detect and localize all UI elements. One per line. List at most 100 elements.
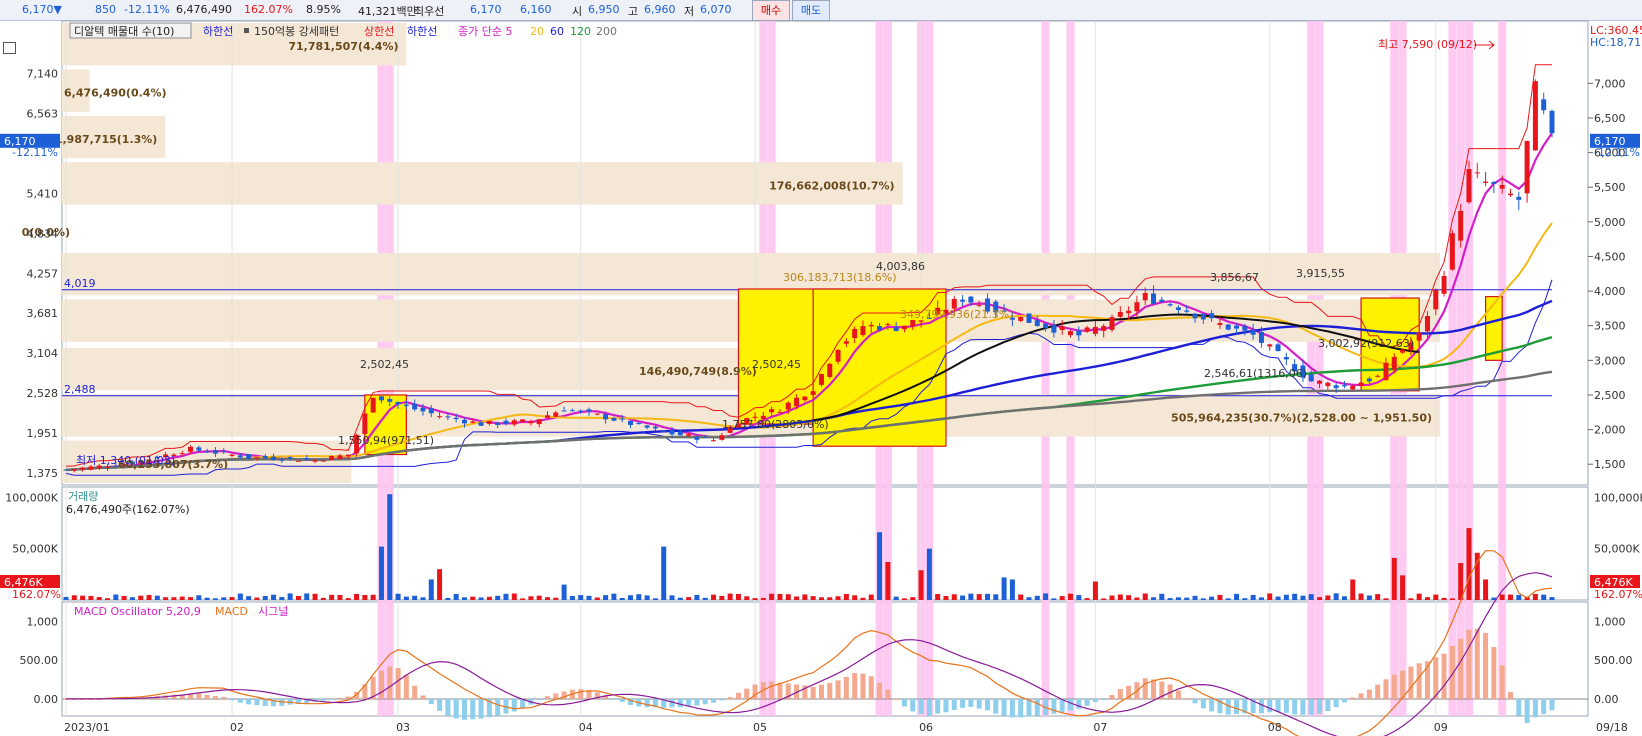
candle-body bbox=[976, 304, 982, 306]
candle-body bbox=[1250, 330, 1256, 335]
macd-osc-bar bbox=[686, 698, 692, 706]
volume-bar bbox=[1217, 594, 1223, 600]
macd-osc-bar bbox=[511, 698, 517, 712]
right-tick-label: 5,500 bbox=[1594, 181, 1626, 194]
volume-bar bbox=[1142, 593, 1148, 600]
volume-bar bbox=[669, 595, 675, 600]
macd-osc-bar bbox=[1142, 678, 1148, 699]
volume-bar bbox=[237, 593, 243, 600]
volume-bar bbox=[910, 597, 916, 600]
volume-bar bbox=[113, 594, 119, 600]
candle-body bbox=[1043, 323, 1049, 329]
volume-bar bbox=[179, 596, 185, 600]
x-axis-label: 02 bbox=[230, 721, 244, 734]
candle-body bbox=[254, 457, 260, 459]
volume-bar bbox=[711, 594, 717, 600]
candle-body bbox=[71, 469, 77, 471]
macd-osc-bar bbox=[1366, 689, 1372, 699]
volume-bar bbox=[528, 596, 534, 600]
candle-body bbox=[1424, 315, 1430, 332]
macd-osc-bar bbox=[1308, 698, 1314, 715]
macd-osc-bar bbox=[976, 698, 982, 709]
volume-bar bbox=[835, 596, 841, 600]
candle-body bbox=[1358, 382, 1364, 386]
macd-osc-bar bbox=[445, 698, 451, 716]
volume-bar bbox=[1449, 598, 1455, 600]
candle-body bbox=[179, 453, 185, 455]
volume-bar bbox=[561, 584, 567, 600]
volume-bar bbox=[860, 597, 866, 600]
volume-bar bbox=[279, 597, 285, 600]
macd-osc-bar bbox=[1184, 698, 1190, 700]
volume-bar bbox=[727, 593, 733, 600]
volume-bar bbox=[370, 594, 376, 600]
volume-bar bbox=[935, 594, 941, 600]
volume-bar bbox=[1117, 594, 1123, 600]
candle-body bbox=[1308, 374, 1314, 382]
macd-tick: 1,000 bbox=[27, 615, 59, 628]
macd-osc-bar bbox=[204, 694, 210, 699]
macd-osc-bar bbox=[1018, 698, 1024, 718]
candle-body bbox=[1242, 326, 1248, 331]
volume-bar bbox=[802, 594, 808, 600]
volume-bar bbox=[1308, 594, 1314, 600]
candle-body bbox=[669, 430, 675, 435]
box-annotation: 1,757,80(2805/0%) bbox=[722, 418, 829, 431]
volume-bar bbox=[478, 597, 484, 600]
candle-body bbox=[1275, 344, 1281, 352]
macd-osc-title: MACD Oscillator 5,20,9 bbox=[74, 605, 201, 618]
volume-bar bbox=[893, 596, 899, 600]
candle-body bbox=[503, 420, 509, 424]
x-axis-label: 08 bbox=[1268, 721, 1282, 734]
candle-body bbox=[271, 456, 277, 460]
macd-osc-bar bbox=[735, 692, 741, 699]
macd-osc-bar bbox=[901, 698, 907, 707]
macd-osc-bar bbox=[196, 693, 202, 699]
macd-tick: 500.00 bbox=[20, 654, 59, 667]
macd-osc-bar bbox=[1076, 698, 1082, 709]
candle-body bbox=[652, 426, 658, 429]
candle-body bbox=[1092, 326, 1098, 334]
candle-body bbox=[1142, 292, 1148, 301]
volume-bar bbox=[1541, 594, 1547, 600]
legend-pattern: 150억봉 강세패턴 bbox=[254, 25, 339, 38]
candle-body bbox=[1076, 330, 1082, 336]
highlight-column bbox=[1448, 21, 1457, 716]
volume-bar bbox=[1101, 598, 1107, 600]
macd-osc-bar bbox=[1483, 632, 1489, 699]
candle-body bbox=[495, 422, 501, 425]
box-annotation: 3,915,55 bbox=[1296, 267, 1345, 280]
volume-bar bbox=[511, 593, 517, 600]
volume-bar bbox=[304, 593, 310, 600]
candle-body bbox=[1101, 326, 1107, 331]
candle-body bbox=[188, 446, 194, 452]
highlight-column bbox=[1066, 21, 1075, 716]
candle-body bbox=[1134, 302, 1140, 312]
candle-body bbox=[1383, 362, 1389, 381]
candle-body bbox=[611, 418, 617, 421]
volume-bar bbox=[88, 595, 94, 600]
candle-body bbox=[345, 454, 351, 457]
macd-osc-bar bbox=[1441, 653, 1447, 699]
candle-body bbox=[470, 421, 476, 423]
y-tick-label: 2,528 bbox=[27, 387, 59, 400]
macd-osc-bar bbox=[461, 698, 467, 720]
candle-body bbox=[378, 396, 384, 401]
candle-body bbox=[1441, 275, 1447, 294]
stock-chart[interactable]: 71,781,507(4.4%) 6,476,490(0.4%) 21,987,71… bbox=[0, 0, 1642, 736]
highlight-column bbox=[1456, 21, 1465, 716]
candle-body bbox=[511, 420, 517, 425]
macd-osc-bar bbox=[1283, 698, 1289, 713]
macd-osc-bar bbox=[843, 676, 849, 699]
low-annotation: 최저 1,340 (01/03) bbox=[76, 454, 175, 467]
x-axis-label: 05 bbox=[753, 721, 767, 734]
candle-body bbox=[1333, 385, 1339, 389]
candle-body bbox=[387, 399, 393, 402]
macd-osc-bar bbox=[1068, 698, 1074, 711]
volume-bar bbox=[1175, 597, 1181, 600]
box-annotation: 349,799,936(21.3%) bbox=[900, 308, 1014, 321]
macd-osc-bar bbox=[877, 682, 883, 699]
macd-osc-bar bbox=[337, 697, 343, 699]
volume-bar bbox=[295, 596, 301, 600]
volume-bar bbox=[926, 548, 932, 600]
